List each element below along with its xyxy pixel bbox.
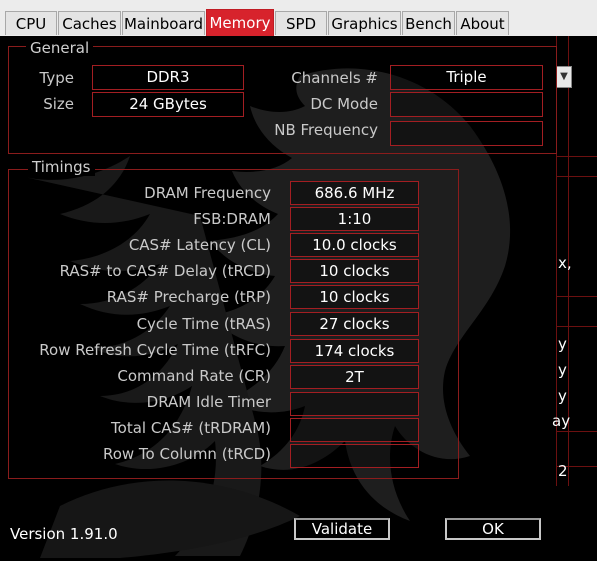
- clipped-text: y: [558, 361, 567, 379]
- dc-mode-value: [390, 92, 543, 117]
- cas-latency-label: CAS# Latency (CL): [128, 236, 271, 254]
- fsb-dram-label: FSB:DRAM: [193, 210, 271, 228]
- validate-button[interactable]: Validate: [294, 518, 390, 540]
- tab-spd[interactable]: SPD: [275, 11, 327, 35]
- ras-to-cas-value: 10 clocks: [290, 259, 419, 283]
- dram-idle-timer-label: DRAM Idle Timer: [146, 393, 271, 411]
- tab-about[interactable]: About: [456, 11, 509, 35]
- tab-caches[interactable]: Caches: [58, 11, 121, 35]
- channels-value: Triple: [390, 65, 543, 90]
- tab-bar: CPU Caches Mainboard Memory SPD Graphics…: [0, 0, 597, 36]
- total-cas-label: Total CAS# (tRDRAM): [111, 419, 271, 437]
- row-to-column-value: [290, 444, 419, 468]
- nb-frequency-value: [390, 121, 543, 146]
- total-cas-value: [290, 418, 419, 442]
- nb-frequency-label: NB Frequency: [274, 121, 378, 139]
- divider-line: [556, 326, 597, 327]
- fsb-dram-value: 1:10: [290, 207, 419, 231]
- memory-panel: x, y y y ay 2 ▼ General Type DDR3 Size 2…: [0, 36, 597, 561]
- divider-line: [556, 176, 597, 177]
- row-refresh-label: Row Refresh Cycle Time (tRFC): [39, 341, 271, 359]
- channels-label: Channels #: [291, 69, 378, 87]
- command-rate-label: Command Rate (CR): [117, 367, 271, 385]
- tab-graphics[interactable]: Graphics: [328, 11, 401, 35]
- clipped-text: ay: [552, 412, 571, 430]
- ok-button[interactable]: OK: [445, 518, 541, 540]
- dram-frequency-value: 686.6 MHz: [290, 181, 419, 205]
- dram-idle-timer-value: [290, 392, 419, 416]
- tab-bench[interactable]: Bench: [402, 11, 455, 35]
- size-label: Size: [43, 95, 74, 113]
- clipped-text: y: [558, 387, 567, 405]
- dram-frequency-label: DRAM Frequency: [144, 184, 271, 202]
- size-value: 24 GBytes: [92, 92, 244, 117]
- ras-precharge-value: 10 clocks: [290, 285, 419, 309]
- version-label: Version 1.91.0: [10, 525, 118, 543]
- ras-to-cas-label: RAS# to CAS# Delay (tRCD): [59, 262, 271, 280]
- general-title: General: [26, 39, 94, 57]
- clipped-text: 2: [558, 462, 568, 480]
- clipped-text: x,: [558, 254, 572, 272]
- divider-line: [556, 296, 597, 297]
- ras-precharge-label: RAS# Precharge (tRP): [106, 288, 271, 306]
- command-rate-value: 2T: [290, 365, 419, 389]
- row-refresh-value: 174 clocks: [290, 339, 419, 363]
- tab-mainboard[interactable]: Mainboard: [122, 11, 205, 35]
- tab-cpu[interactable]: CPU: [5, 11, 57, 35]
- type-value: DDR3: [92, 65, 244, 90]
- cycle-time-label: Cycle Time (tRAS): [136, 315, 271, 333]
- divider-line: [556, 156, 597, 157]
- timings-title: Timings: [28, 158, 95, 176]
- cycle-time-value: 27 clocks: [290, 312, 419, 336]
- dc-mode-label: DC Mode: [310, 95, 378, 113]
- divider-line: [556, 431, 597, 432]
- clipped-text: y: [558, 335, 567, 353]
- row-to-column-label: Row To Column (tRCD): [102, 445, 271, 463]
- chevron-down-icon[interactable]: ▼: [556, 66, 572, 88]
- tab-memory[interactable]: Memory: [206, 9, 274, 36]
- cas-latency-value: 10.0 clocks: [290, 233, 419, 257]
- type-label: Type: [39, 69, 74, 87]
- cpu-z-window: CPU Caches Mainboard Memory SPD Graphics…: [0, 0, 597, 561]
